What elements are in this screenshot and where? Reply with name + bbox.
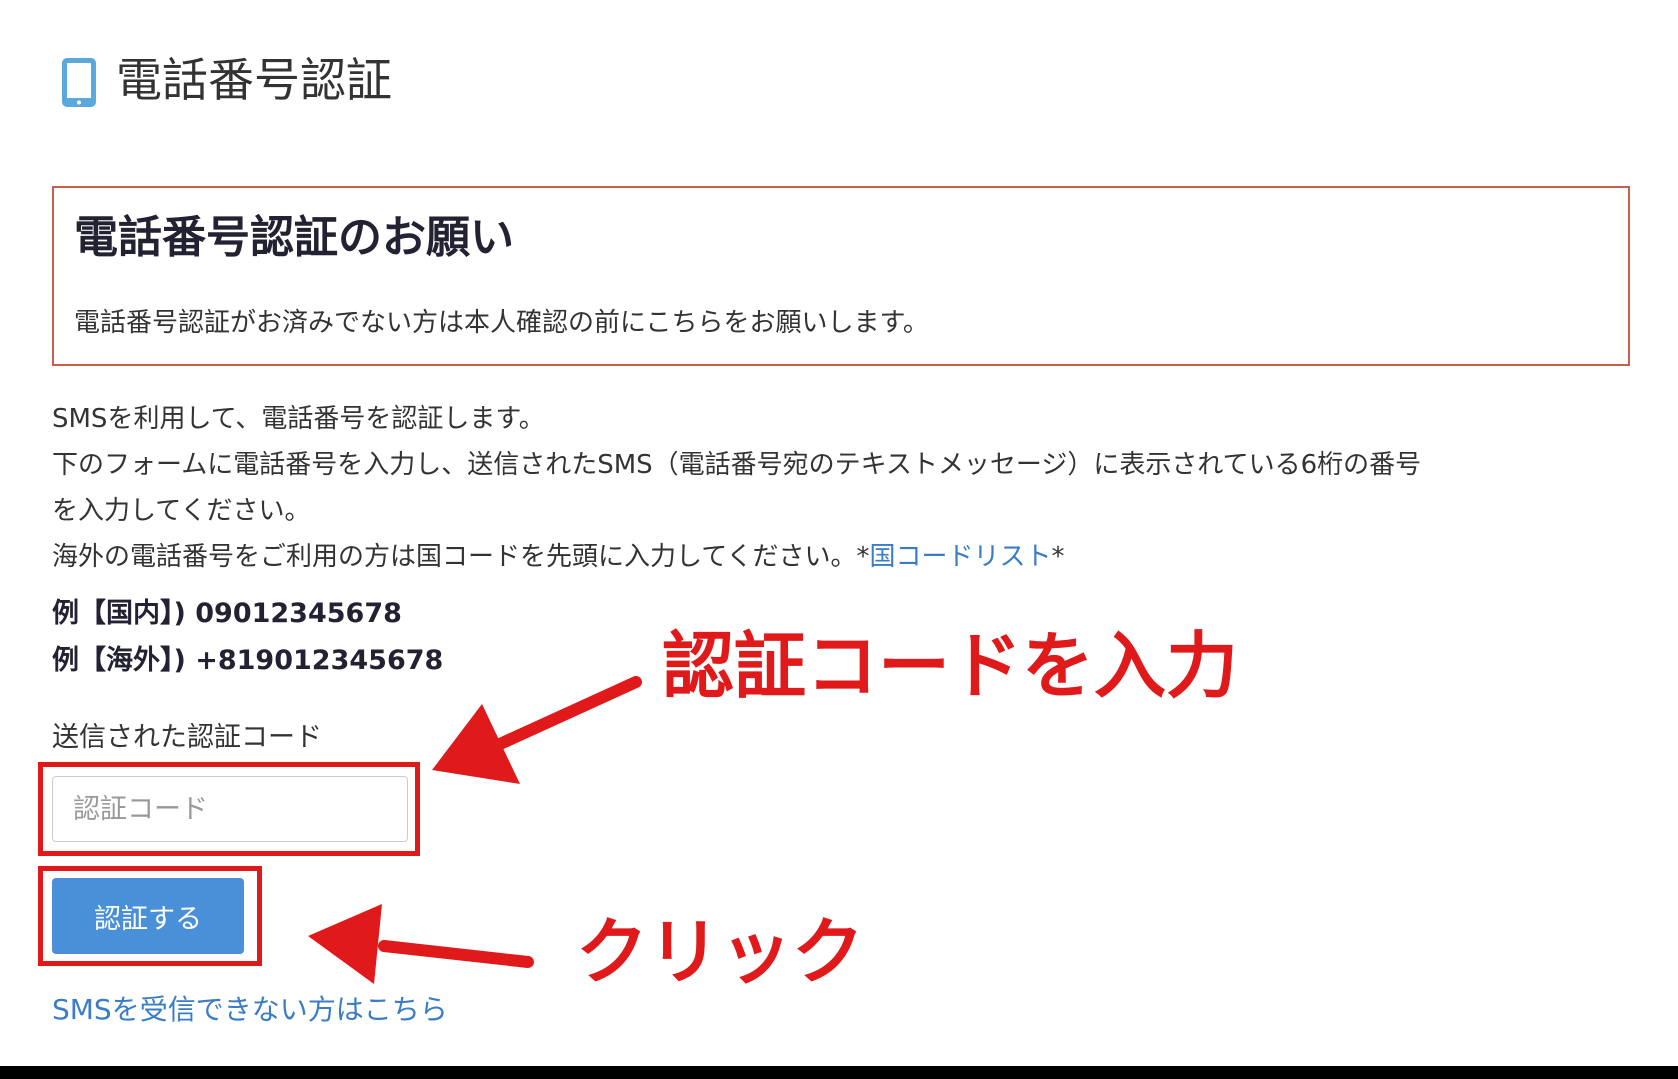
button-highlight-box xyxy=(38,866,262,966)
instruction-line: を入力してください。 xyxy=(52,496,311,526)
notice-box: 電話番号認証のお願い 電話番号認証がお済みでない方は本人確認の前にこちらをお願い… xyxy=(52,186,1630,366)
example-overseas: 例【海外】) +819012345678 xyxy=(52,645,444,676)
country-code-suffix: * xyxy=(1051,542,1065,572)
arrow-to-input-icon xyxy=(432,676,642,784)
country-code-prefix: 海外の電話番号をご利用の方は国コードを先頭に入力してください。* xyxy=(52,542,870,572)
notice-text: 電話番号認証がお済みでない方は本人確認の前にこちらをお願いします。 xyxy=(74,308,929,338)
country-code-list-link[interactable]: 国コードリスト xyxy=(869,542,1051,572)
notice-heading: 電話番号認証のお願い xyxy=(74,212,514,263)
page-title: 電話番号認証 xyxy=(116,53,392,107)
instruction-line-country-code: 海外の電話番号をご利用の方は国コードを先頭に入力してください。*国コードリスト* xyxy=(52,534,1642,580)
annotation-enter-code: 認証コードを入力 xyxy=(662,624,1239,708)
arrow-to-button-icon xyxy=(308,904,534,984)
instructions: SMSを利用して、電話番号を認証します。 下のフォームに電話番号を入力し、送信さ… xyxy=(52,396,1642,580)
instruction-line: SMSを利用して、電話番号を認証します。 xyxy=(52,404,545,434)
input-highlight-box xyxy=(38,762,420,856)
example-domestic: 例【国内】) 09012345678 xyxy=(52,598,402,629)
instruction-line: 下のフォームに電話番号を入力し、送信されたSMS（電話番号宛のテキストメッセージ… xyxy=(52,450,1422,480)
annotation-click: クリック xyxy=(576,910,865,994)
bottom-edge-bar xyxy=(0,1066,1678,1079)
code-field-label: 送信された認証コード xyxy=(52,722,322,753)
smartphone-icon xyxy=(60,56,98,109)
sms-not-received-link[interactable]: SMSを受信できない方はこちら xyxy=(52,990,448,1030)
